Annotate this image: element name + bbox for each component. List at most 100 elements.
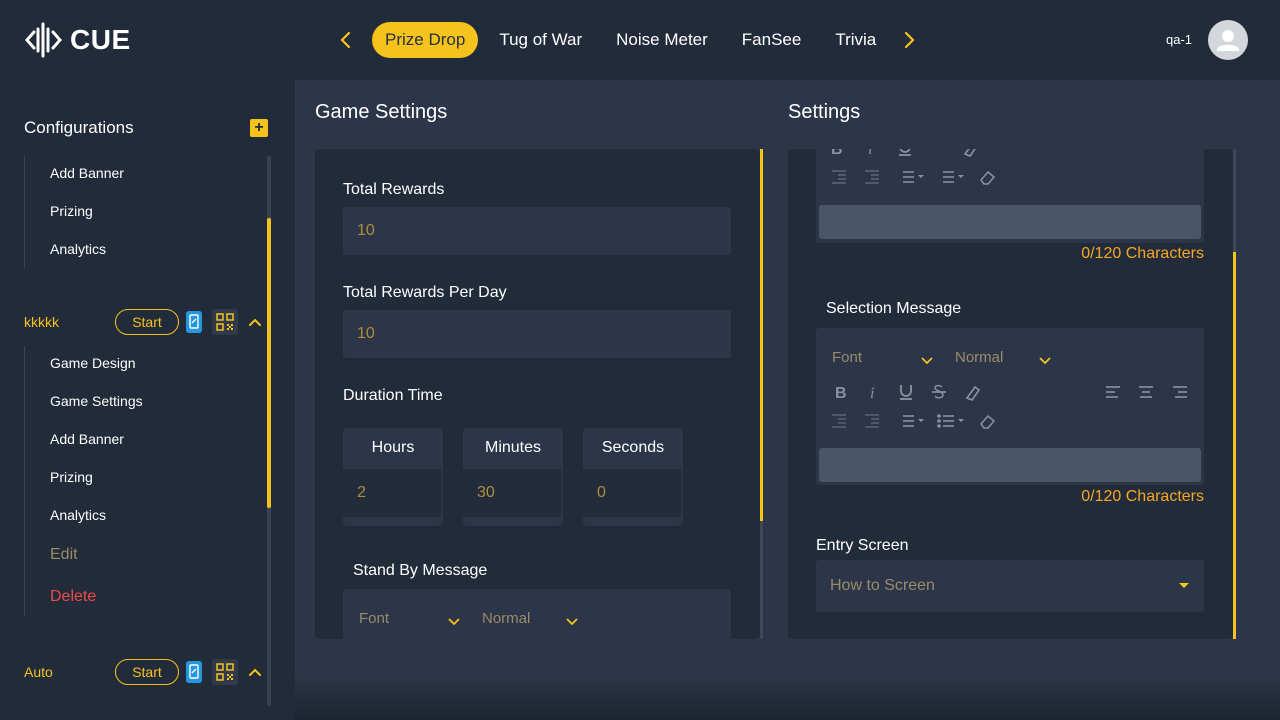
top-bar: CUE Prize Drop Tug of War Noise Meter Fa… — [0, 0, 1280, 80]
align-left-icon[interactable] — [1100, 149, 1118, 157]
start-button[interactable]: Start — [115, 309, 179, 335]
sidebar-scrollbar-thumb[interactable] — [267, 218, 271, 508]
align-right-icon[interactable] — [1171, 149, 1189, 157]
svg-text:i: i — [868, 149, 872, 157]
bottom-shadow — [295, 676, 1280, 720]
tab-noise-meter[interactable]: Noise Meter — [603, 22, 721, 58]
tabs-prev-chevron-icon[interactable] — [334, 28, 358, 52]
bullet-list-icon[interactable] — [936, 412, 966, 430]
entry-screen-label: Entry Screen — [816, 537, 909, 554]
size-select[interactable]: Normal — [955, 349, 1003, 366]
font-select[interactable]: Font — [359, 610, 389, 627]
chevron-down-icon[interactable] — [565, 614, 579, 628]
tab-prize-drop[interactable]: Prize Drop — [372, 22, 479, 58]
bullet-list-icon[interactable] — [936, 168, 966, 186]
bold-icon[interactable]: B — [832, 383, 850, 401]
seconds-box: Seconds 0 — [583, 428, 683, 526]
sidebar-item-add-banner[interactable]: Add Banner — [50, 165, 124, 181]
sidebar-item-add-banner[interactable]: Add Banner — [50, 431, 124, 447]
tab-trivia[interactable]: Trivia — [822, 22, 884, 58]
numbered-list-icon[interactable] — [896, 412, 926, 430]
strikethrough-icon[interactable] — [928, 149, 946, 157]
tab-fansee[interactable]: FanSee — [729, 22, 815, 58]
tabs-next-chevron-icon[interactable] — [897, 28, 921, 52]
seconds-input[interactable]: 0 — [583, 469, 681, 517]
align-left-icon[interactable] — [1104, 383, 1122, 401]
outdent-icon[interactable] — [830, 412, 848, 430]
outdent-icon[interactable] — [830, 168, 848, 186]
avatar[interactable] — [1208, 20, 1248, 60]
logo[interactable]: CUE — [24, 20, 131, 60]
stand-by-message-label: Stand By Message — [353, 562, 488, 579]
highlight-icon[interactable] — [964, 383, 982, 401]
game-settings-scrollbar-track[interactable] — [760, 521, 763, 639]
entry-screen-value: How to Screen — [830, 577, 935, 594]
sidebar-item-prizing[interactable]: Prizing — [50, 469, 93, 485]
chevron-down-icon[interactable] — [1038, 353, 1052, 367]
minutes-box: Minutes 30 — [463, 428, 563, 526]
collapse-chevron-up-icon[interactable] — [247, 314, 263, 330]
indent-icon[interactable] — [863, 412, 881, 430]
total-rewards-input[interactable]: 10 — [343, 207, 731, 255]
chevron-down-icon[interactable] — [920, 353, 934, 367]
plus-icon: + — [254, 119, 264, 136]
underline-icon[interactable] — [896, 149, 914, 157]
mobile-preview-icon[interactable] — [186, 311, 202, 333]
selection-message-label: Selection Message — [826, 300, 962, 317]
font-select[interactable]: Font — [832, 349, 862, 366]
add-configuration-button[interactable]: + — [250, 119, 268, 137]
sidebar-item-prizing[interactable]: Prizing — [50, 203, 93, 219]
settings-scrollbar-thumb[interactable] — [1233, 252, 1236, 639]
indent-icon[interactable] — [863, 168, 881, 186]
game-settings-panel: Total Rewards 10 Total Rewards Per Day 1… — [315, 149, 760, 639]
sidebar-item-game-design[interactable]: Game Design — [50, 355, 136, 371]
selection-message-editor: Font Normal B i — [816, 328, 1204, 485]
sidebar-item-analytics[interactable]: Analytics — [50, 507, 106, 523]
entry-screen-select[interactable]: How to Screen — [816, 560, 1204, 612]
align-center-icon[interactable] — [1136, 149, 1154, 157]
svg-text:i: i — [870, 385, 874, 401]
underline-icon[interactable] — [897, 383, 915, 401]
tab-tug-of-war[interactable]: Tug of War — [486, 22, 595, 58]
chevron-down-icon[interactable] — [447, 614, 461, 628]
qr-code-icon[interactable] — [212, 659, 238, 685]
eraser-icon[interactable] — [979, 168, 997, 186]
collapse-chevron-up-icon[interactable] — [247, 664, 263, 680]
qr-code-icon[interactable] — [212, 309, 238, 335]
settings-panel: B i 0/120 Characters Selection Message F… — [788, 149, 1233, 639]
character-count: 0/120 Characters — [1081, 488, 1204, 505]
size-select[interactable]: Normal — [482, 610, 530, 627]
minutes-label: Minutes — [484, 439, 542, 456]
strikethrough-icon[interactable] — [930, 383, 948, 401]
game-name[interactable]: Auto — [24, 664, 53, 680]
duration-time-label: Duration Time — [343, 387, 443, 404]
sidebar-item-analytics[interactable]: Analytics — [50, 241, 106, 257]
highlight-icon[interactable] — [962, 149, 980, 157]
settings-scrollbar-track[interactable] — [1233, 149, 1236, 252]
game-name[interactable]: kkkkk — [24, 314, 59, 330]
edit-button[interactable]: Edit — [50, 546, 78, 564]
hours-input[interactable]: 2 — [343, 469, 441, 517]
align-center-icon[interactable] — [1137, 383, 1155, 401]
username[interactable]: qa-1 — [1166, 32, 1192, 47]
selection-message-text-area[interactable] — [819, 448, 1201, 482]
message-text-area[interactable] — [819, 205, 1201, 239]
game-settings-scrollbar-thumb[interactable] — [760, 149, 763, 521]
eraser-icon[interactable] — [979, 412, 997, 430]
italic-icon[interactable]: i — [862, 149, 880, 157]
hours-label: Hours — [371, 439, 415, 456]
minutes-input[interactable]: 30 — [463, 469, 561, 517]
total-rewards-per-day-label: Total Rewards Per Day — [343, 284, 507, 301]
align-right-icon[interactable] — [1171, 383, 1189, 401]
configurations-title: Configurations — [24, 118, 134, 137]
bold-icon[interactable]: B — [828, 149, 846, 157]
italic-icon[interactable]: i — [864, 383, 882, 401]
start-button[interactable]: Start — [115, 659, 179, 685]
sidebar-item-game-settings[interactable]: Game Settings — [50, 393, 143, 409]
total-rewards-per-day-input[interactable]: 10 — [343, 310, 731, 358]
dropdown-caret-icon — [1179, 583, 1189, 588]
mobile-preview-icon[interactable] — [186, 661, 202, 683]
delete-button[interactable]: Delete — [50, 588, 96, 606]
svg-text:B: B — [831, 149, 843, 157]
numbered-list-icon[interactable] — [896, 168, 926, 186]
